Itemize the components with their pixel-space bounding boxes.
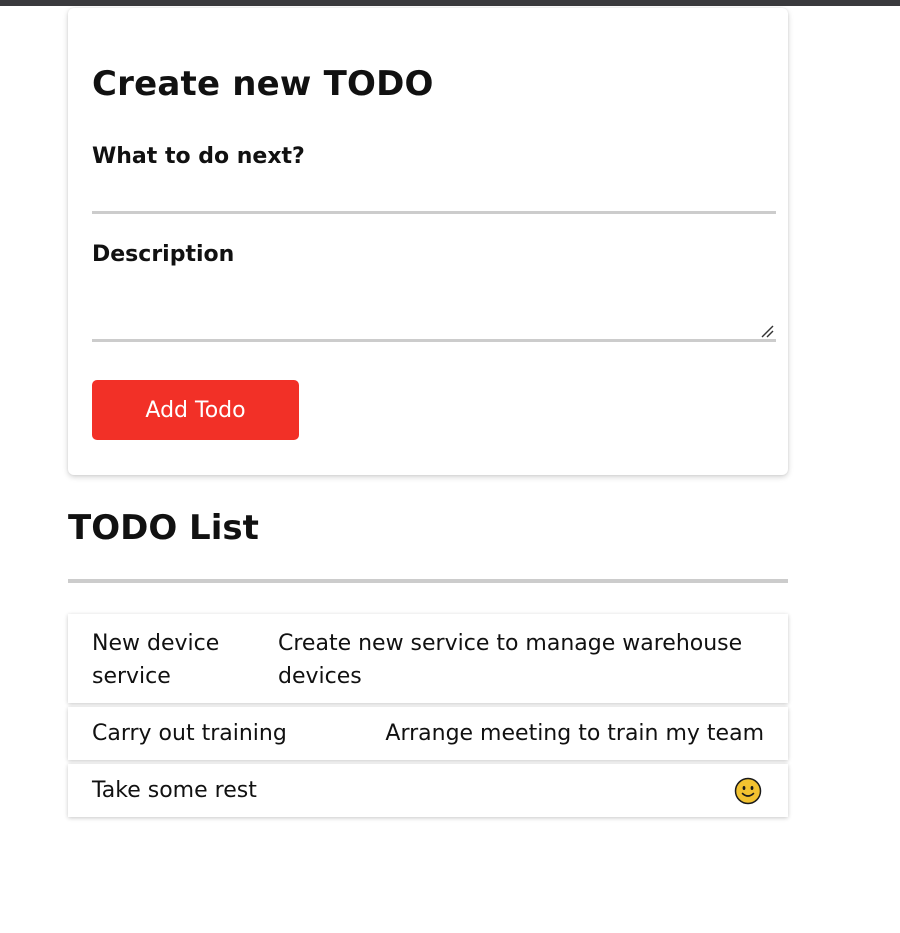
todo-name: New device service <box>92 631 220 689</box>
todo-item[interactable]: Carry out training Arrange meeting to tr… <box>68 707 788 760</box>
description-label: Description <box>92 242 235 267</box>
todo-description: Create new service to manage warehouse d… <box>278 631 743 689</box>
todo-name: Take some rest <box>92 778 257 803</box>
create-todo-card: Create new TODO What to do next? Descrip… <box>68 8 788 475</box>
todo-item[interactable]: New device service Create new service to… <box>68 614 788 703</box>
resize-handle-icon[interactable] <box>760 324 774 338</box>
smiley-face-icon <box>734 777 762 805</box>
todo-name-input[interactable] <box>92 180 776 214</box>
description-textarea[interactable] <box>92 290 776 342</box>
todo-list-title: TODO List <box>68 508 259 548</box>
browser-top-bar <box>0 0 900 6</box>
form-title: Create new TODO <box>92 64 434 104</box>
list-divider <box>68 579 788 583</box>
todo-name: Carry out training <box>92 721 287 746</box>
add-todo-button[interactable]: Add Todo <box>92 380 299 440</box>
todo-description: Arrange meeting to train my team <box>385 721 764 746</box>
todo-name-label: What to do next? <box>92 144 305 169</box>
todo-item[interactable]: Take some rest <box>68 764 788 817</box>
